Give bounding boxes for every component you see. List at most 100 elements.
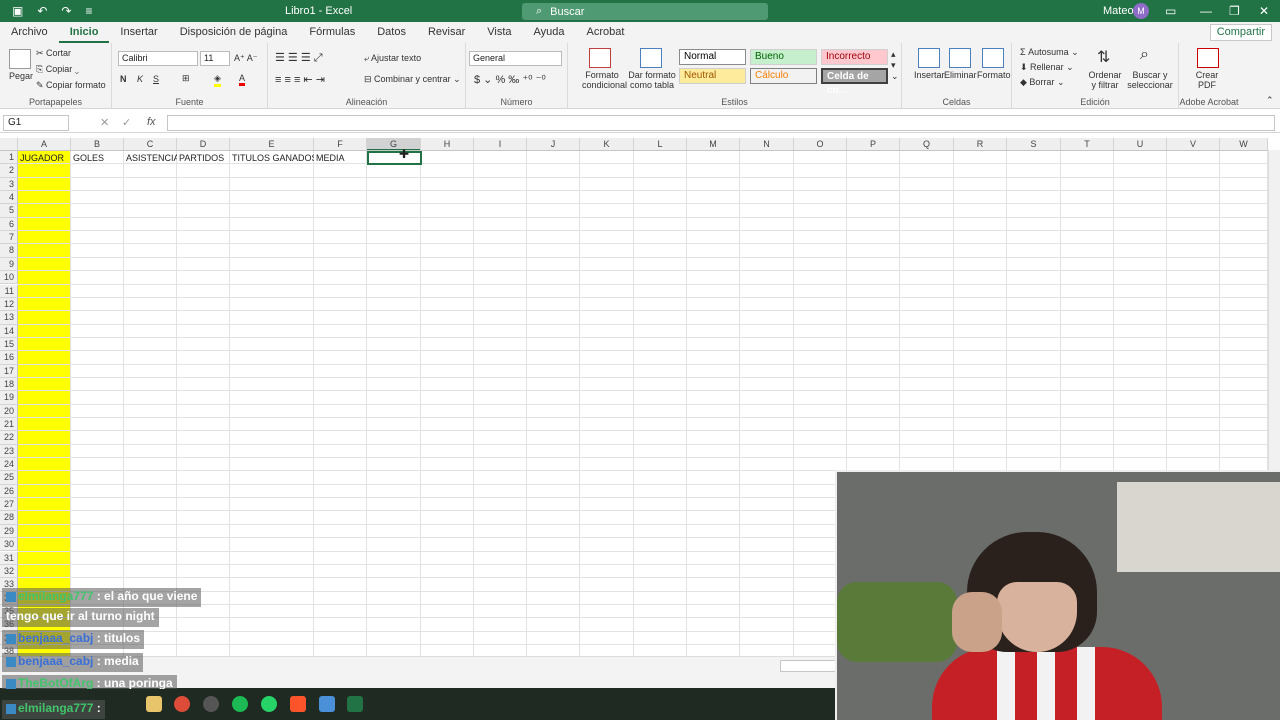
column-header-s[interactable]: S [1007,138,1061,151]
column-header-b[interactable]: B [71,138,124,151]
styles-more-icon[interactable]: ▴ ▾ ⌄ [891,49,899,82]
formula-input[interactable] [167,115,1275,131]
row-header-31[interactable]: 31 [0,551,18,565]
chrome-icon[interactable] [174,696,190,712]
row-header-20[interactable]: 20 [0,404,18,418]
cell-e1[interactable]: TITULOS GANADOS [230,152,314,165]
column-header-v[interactable]: V [1167,138,1220,151]
paste-button[interactable]: Pegar [9,71,33,81]
column-header-d[interactable]: D [177,138,230,151]
brave-icon[interactable] [290,696,306,712]
row-header-11[interactable]: 11 [0,284,18,298]
conditional-format-button[interactable]: Formato condicional [582,70,627,90]
row-header-16[interactable]: 16 [0,351,18,365]
format-as-table-button[interactable]: Dar formato como tabla [628,70,676,90]
column-header-k[interactable]: K [580,138,634,151]
minimize-icon[interactable]: — [1200,4,1212,18]
row-header-17[interactable]: 17 [0,364,18,378]
font-grow-icon[interactable]: A⁺ A⁻ [234,53,258,64]
row-header-23[interactable]: 23 [0,444,18,459]
font-name-select[interactable]: Calibri [118,51,198,66]
tab-disposicion[interactable]: Disposición de página [169,22,299,43]
avatar[interactable]: M [1133,3,1149,19]
row-header-32[interactable]: 32 [0,564,18,579]
notepad-icon[interactable] [319,696,335,712]
name-box[interactable]: G1 [3,115,69,131]
column-header-t[interactable]: T [1061,138,1114,151]
row-header-28[interactable]: 28 [0,511,18,525]
select-all-corner[interactable] [0,138,18,151]
create-pdf-button[interactable]: Crear PDF [1191,70,1223,90]
column-header-l[interactable]: L [634,138,687,151]
row-header-10[interactable]: 10 [0,271,18,285]
insert-cells-button[interactable]: Insertar [914,70,945,80]
column-header-n[interactable]: N [740,138,794,151]
row-header-4[interactable]: 4 [0,191,18,205]
style-celda-comprobacion[interactable]: Celda de co... [821,68,888,96]
row-header-25[interactable]: 25 [0,471,18,485]
column-header-c[interactable]: C [124,138,177,151]
column-header-q[interactable]: Q [900,138,954,151]
horizontal-scrollbar[interactable] [780,660,840,672]
row-header-18[interactable]: 18 [0,377,18,392]
fill-color-icon[interactable]: ◈ [214,73,221,87]
row-header-21[interactable]: 21 [0,418,18,432]
row-header-13[interactable]: 13 [0,311,18,325]
tab-ayuda[interactable]: Ayuda [523,22,576,43]
format-cells-icon[interactable] [982,48,1004,68]
ribbon-display-icon[interactable]: ▭ [1165,4,1176,18]
pdf-icon[interactable] [1197,48,1219,68]
find-select-icon[interactable]: ⌕ [1140,46,1149,64]
cell-d1[interactable]: PARTIDOS [177,152,230,165]
row-header-15[interactable]: 15 [0,337,18,352]
underline-button[interactable]: S [153,74,159,84]
spotify-icon[interactable] [232,696,248,712]
row-header-19[interactable]: 19 [0,391,18,405]
style-neutral[interactable]: Neutral [679,68,746,84]
row-header-14[interactable]: 14 [0,324,18,338]
wrap-text-button[interactable]: ⤶ Ajustar texto [364,53,421,64]
row-header-9[interactable]: 9 [0,257,18,272]
number-format-select[interactable]: General [469,51,562,66]
bold-button[interactable]: N [120,74,127,84]
align-top-icons[interactable]: ☰ ☰ ☰ ⤢ [275,51,323,65]
maximize-icon[interactable]: ❐ [1229,4,1240,18]
number-format-icons[interactable]: $ ⌄ % ‰ ⁺⁰ ⁻⁰ [474,73,546,86]
clear-button[interactable]: ◆ Borrar ⌄ [1020,77,1064,88]
conditional-format-icon[interactable] [589,48,611,68]
tab-acrobat[interactable]: Acrobat [576,22,636,43]
tab-datos[interactable]: Datos [366,22,417,43]
sort-filter-button[interactable]: Ordenar y filtrar [1087,70,1123,90]
row-header-3[interactable]: 3 [0,177,18,192]
delete-cells-icon[interactable] [949,48,971,68]
tab-inicio[interactable]: Inicio [58,22,110,43]
row-header-12[interactable]: 12 [0,297,18,312]
insert-function-icon[interactable]: fx [147,116,156,128]
copy-button[interactable]: ⎘ Copiar ⌄ [36,64,79,75]
cell-c1[interactable]: ASISTENCIAS [124,152,177,165]
whatsapp-icon[interactable] [261,696,277,712]
style-incorrecto[interactable]: Incorrecto [821,49,888,65]
redo-icon[interactable]: ↷ [61,4,71,18]
style-bueno[interactable]: Bueno [750,49,817,65]
fill-button[interactable]: ⬇ Rellenar ⌄ [1020,62,1074,73]
column-header-h[interactable]: H [421,138,474,151]
row-header-29[interactable]: 29 [0,524,18,539]
row-header-7[interactable]: 7 [0,231,18,245]
merge-center-button[interactable]: ⊟ Combinar y centrar ⌄ [364,74,461,85]
tab-revisar[interactable]: Revisar [417,22,476,43]
align-horizontal-icons[interactable]: ≡ ≡ ≡ ⇤ ⇥ [275,73,325,86]
customize-toolbar-icon[interactable]: ≡ [85,4,92,18]
column-header-w[interactable]: W [1220,138,1268,151]
folder-icon[interactable] [146,696,162,712]
tab-vista[interactable]: Vista [476,22,522,43]
column-header-f[interactable]: F [314,138,367,151]
column-header-o[interactable]: O [794,138,847,151]
find-select-button[interactable]: Buscar y seleccionar [1124,70,1176,90]
enter-icon[interactable]: ✓ [122,116,131,129]
column-header-u[interactable]: U [1114,138,1167,151]
delete-cells-button[interactable]: Eliminar [944,70,977,80]
font-size-select[interactable]: 11 [200,51,230,66]
column-header-r[interactable]: R [954,138,1007,151]
cell-f1[interactable]: MEDIA [314,152,367,165]
